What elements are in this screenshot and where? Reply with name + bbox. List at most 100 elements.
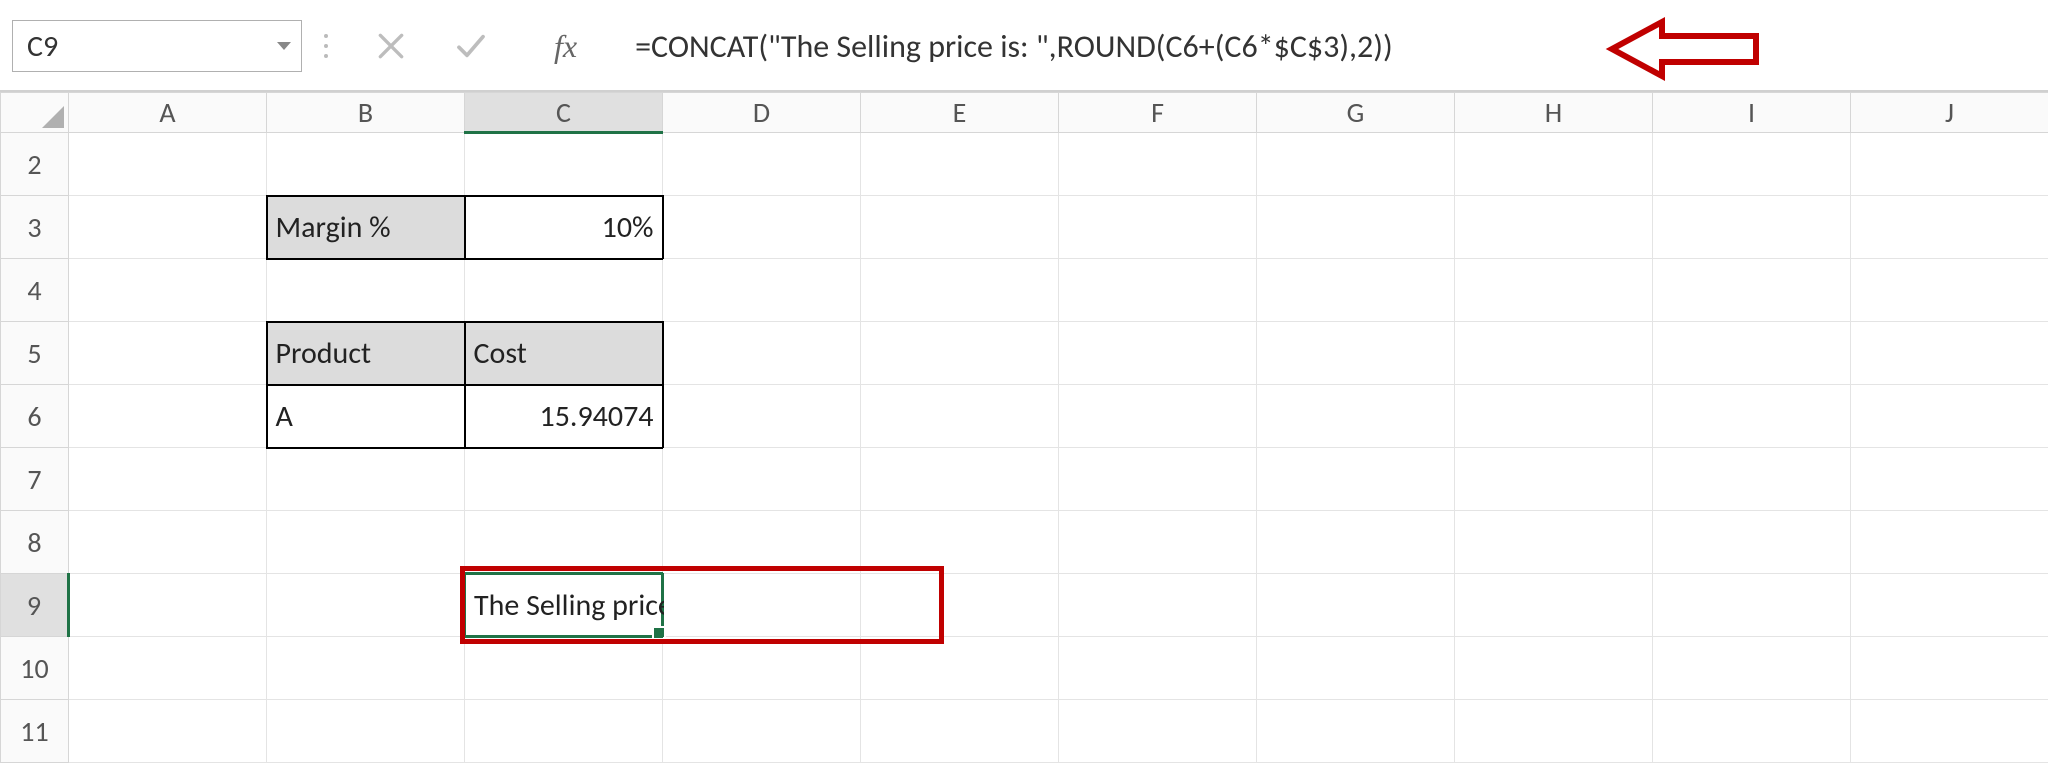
cell-B9[interactable] xyxy=(267,574,465,637)
row-header-2[interactable]: 2 xyxy=(1,133,69,196)
cell-I4[interactable] xyxy=(1653,259,1851,322)
col-header-C[interactable]: C xyxy=(465,93,663,133)
cell-C11[interactable] xyxy=(465,700,663,763)
cell-B3[interactable]: Margin % xyxy=(267,196,465,259)
cell-B10[interactable] xyxy=(267,637,465,700)
cell-D3[interactable] xyxy=(663,196,861,259)
cell-I8[interactable] xyxy=(1653,511,1851,574)
cell-B4[interactable] xyxy=(267,259,465,322)
row-header-11[interactable]: 11 xyxy=(1,700,69,763)
cell-B11[interactable] xyxy=(267,700,465,763)
cell-E11[interactable] xyxy=(861,700,1059,763)
cell-F11[interactable] xyxy=(1059,700,1257,763)
cell-H10[interactable] xyxy=(1455,637,1653,700)
col-header-E[interactable]: E xyxy=(861,93,1059,133)
cell-D4[interactable] xyxy=(663,259,861,322)
cell-G11[interactable] xyxy=(1257,700,1455,763)
enter-icon[interactable] xyxy=(454,29,488,63)
cell-I5[interactable] xyxy=(1653,322,1851,385)
col-header-J[interactable]: J xyxy=(1851,93,2048,133)
cell-I11[interactable] xyxy=(1653,700,1851,763)
cell-E6[interactable] xyxy=(861,385,1059,448)
cell-C7[interactable] xyxy=(465,448,663,511)
cell-B5[interactable]: Product xyxy=(267,322,465,385)
cell-F2[interactable] xyxy=(1059,133,1257,196)
cell-J8[interactable] xyxy=(1851,511,2048,574)
cell-C8[interactable] xyxy=(465,511,663,574)
cell-F8[interactable] xyxy=(1059,511,1257,574)
cell-I2[interactable] xyxy=(1653,133,1851,196)
cell-B8[interactable] xyxy=(267,511,465,574)
cell-F7[interactable] xyxy=(1059,448,1257,511)
cell-J5[interactable] xyxy=(1851,322,2048,385)
cell-J7[interactable] xyxy=(1851,448,2048,511)
col-header-A[interactable]: A xyxy=(69,93,267,133)
cell-J3[interactable] xyxy=(1851,196,2048,259)
cell-H5[interactable] xyxy=(1455,322,1653,385)
cell-B6[interactable]: A xyxy=(267,385,465,448)
cell-H4[interactable] xyxy=(1455,259,1653,322)
cell-G5[interactable] xyxy=(1257,322,1455,385)
cell-F4[interactable] xyxy=(1059,259,1257,322)
cell-C9[interactable]: The Selling price is: 17.53 xyxy=(465,574,663,637)
cell-I9[interactable] xyxy=(1653,574,1851,637)
cell-G6[interactable] xyxy=(1257,385,1455,448)
cell-D11[interactable] xyxy=(663,700,861,763)
cancel-icon[interactable] xyxy=(374,29,408,63)
row-header-6[interactable]: 6 xyxy=(1,385,69,448)
cell-E9[interactable] xyxy=(861,574,1059,637)
row-header-3[interactable]: 3 xyxy=(1,196,69,259)
cell-H3[interactable] xyxy=(1455,196,1653,259)
cell-E3[interactable] xyxy=(861,196,1059,259)
cell-A3[interactable] xyxy=(69,196,267,259)
cell-G2[interactable] xyxy=(1257,133,1455,196)
row-header-7[interactable]: 7 xyxy=(1,448,69,511)
cell-E7[interactable] xyxy=(861,448,1059,511)
dropdown-icon[interactable] xyxy=(277,42,291,50)
cell-H8[interactable] xyxy=(1455,511,1653,574)
cell-G8[interactable] xyxy=(1257,511,1455,574)
cell-F3[interactable] xyxy=(1059,196,1257,259)
cell-I7[interactable] xyxy=(1653,448,1851,511)
col-header-D[interactable]: D xyxy=(663,93,861,133)
col-header-F[interactable]: F xyxy=(1059,93,1257,133)
row-header-4[interactable]: 4 xyxy=(1,259,69,322)
cell-G9[interactable] xyxy=(1257,574,1455,637)
cell-J4[interactable] xyxy=(1851,259,2048,322)
select-all-corner[interactable] xyxy=(1,93,69,133)
name-box[interactable]: C9 xyxy=(12,20,302,72)
cell-E4[interactable] xyxy=(861,259,1059,322)
cell-A5[interactable] xyxy=(69,322,267,385)
spreadsheet-grid[interactable]: A B C D E F G H I J 2 3 Margin % 10% xyxy=(0,92,2048,763)
cell-G10[interactable] xyxy=(1257,637,1455,700)
cell-F5[interactable] xyxy=(1059,322,1257,385)
col-header-G[interactable]: G xyxy=(1257,93,1455,133)
cell-B7[interactable] xyxy=(267,448,465,511)
cell-J2[interactable] xyxy=(1851,133,2048,196)
cell-I10[interactable] xyxy=(1653,637,1851,700)
cell-I6[interactable] xyxy=(1653,385,1851,448)
cell-D9[interactable] xyxy=(663,574,861,637)
cell-D7[interactable] xyxy=(663,448,861,511)
cell-D6[interactable] xyxy=(663,385,861,448)
cell-D5[interactable] xyxy=(663,322,861,385)
cell-C2[interactable] xyxy=(465,133,663,196)
row-header-9[interactable]: 9 xyxy=(1,574,69,637)
cell-A7[interactable] xyxy=(69,448,267,511)
cell-A8[interactable] xyxy=(69,511,267,574)
cell-F6[interactable] xyxy=(1059,385,1257,448)
cell-C5[interactable]: Cost xyxy=(465,322,663,385)
cell-A9[interactable] xyxy=(69,574,267,637)
cell-H2[interactable] xyxy=(1455,133,1653,196)
cell-H9[interactable] xyxy=(1455,574,1653,637)
row-header-5[interactable]: 5 xyxy=(1,322,69,385)
fx-icon[interactable]: fx xyxy=(554,28,577,65)
cell-A4[interactable] xyxy=(69,259,267,322)
cell-D10[interactable] xyxy=(663,637,861,700)
cell-J11[interactable] xyxy=(1851,700,2048,763)
cell-I3[interactable] xyxy=(1653,196,1851,259)
cell-A10[interactable] xyxy=(69,637,267,700)
cell-A2[interactable] xyxy=(69,133,267,196)
cell-B2[interactable] xyxy=(267,133,465,196)
cell-C6[interactable]: 15.94074 xyxy=(465,385,663,448)
